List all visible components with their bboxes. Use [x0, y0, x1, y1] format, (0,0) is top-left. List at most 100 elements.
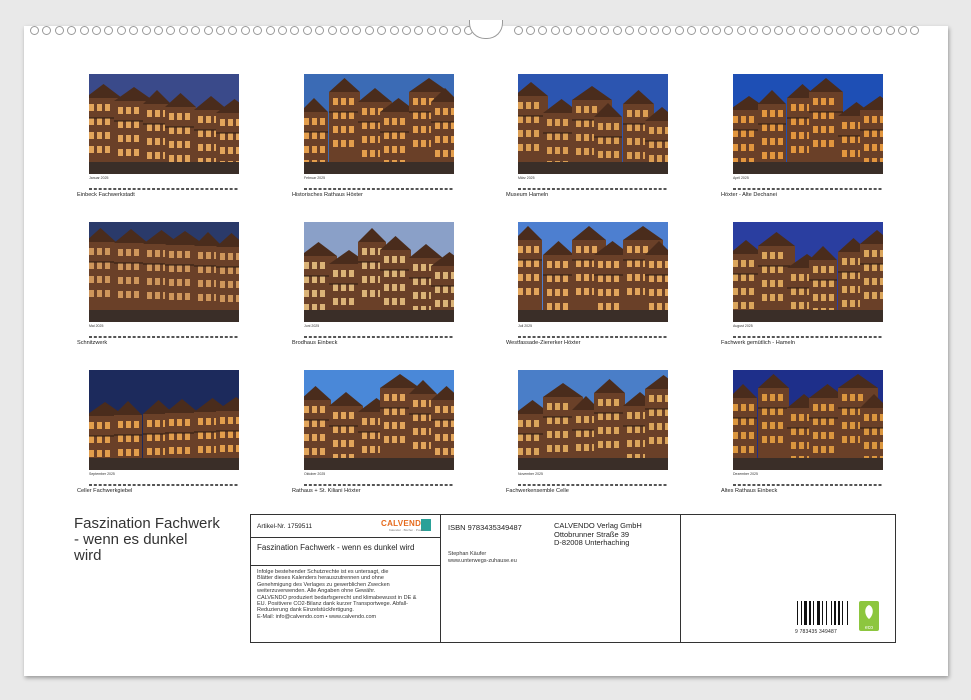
binding-ring	[798, 26, 808, 35]
binding-ring	[141, 26, 151, 35]
month-photo	[733, 370, 883, 470]
month-photo	[304, 222, 454, 322]
binding-ring	[674, 26, 684, 35]
barcode-digits: 9 783435 349487	[795, 629, 837, 635]
binding-ring	[30, 26, 39, 35]
photo-caption: Westfassade-Ziererker Höxter	[506, 340, 581, 346]
photo-caption: Altes Rathaus Einbeck	[721, 488, 778, 494]
author-name: Stephan Käufer	[448, 551, 487, 557]
binding-ring	[699, 26, 709, 35]
photo-caption: Celler Fachwerkgiebel	[77, 488, 133, 494]
binding-ring	[625, 26, 635, 35]
binding-ring	[600, 26, 610, 35]
binding-ring	[823, 26, 833, 35]
binding-ring	[290, 26, 300, 35]
title-line: Faszination Fachwerk	[74, 515, 220, 532]
day-strip	[518, 476, 668, 486]
day-strip	[89, 328, 239, 338]
binding-ring	[228, 26, 238, 35]
binding-ring	[848, 26, 858, 35]
binding-ring	[203, 26, 213, 35]
binding-ring	[451, 26, 461, 35]
day-strip	[304, 476, 454, 486]
binding-ring	[749, 26, 759, 35]
binding-ring	[315, 26, 325, 35]
binding-ring	[327, 26, 337, 35]
day-strip	[304, 328, 454, 338]
info-column-publisher: ISBN 9783435349487 Stephan Käufer www.un…	[440, 515, 681, 642]
author-url: www.unterwegs-zuhause.eu	[448, 558, 517, 564]
binding-ring	[92, 26, 101, 35]
day-strip	[733, 328, 883, 338]
binding-ring	[166, 26, 176, 35]
binding-ring	[550, 26, 560, 35]
binding-ring	[662, 26, 672, 35]
binding-ring	[414, 26, 424, 35]
binding-ring	[278, 26, 287, 35]
binding-ring	[302, 26, 312, 35]
binding-ring	[253, 26, 263, 35]
binding-ring	[563, 26, 573, 35]
month-photo	[518, 370, 668, 470]
title-line: wird	[74, 547, 102, 564]
publisher-address: CALVENDO Verlag GmbH Ottobrunner Straße …	[554, 521, 642, 547]
binding-ring	[687, 26, 697, 35]
photo-caption: Museum Hameln	[506, 192, 549, 198]
article-number: Artikel-Nr. 1759511	[257, 523, 313, 530]
photo-caption: Fachwerk gemütlich - Hameln	[721, 340, 795, 346]
binding-ring	[513, 26, 523, 35]
binding-ring	[898, 26, 907, 35]
info-column-article: Artikel-Nr. 1759511 CALVENDO Kalender · …	[251, 515, 441, 642]
binding-ring	[637, 26, 647, 35]
binding-ring	[364, 26, 374, 35]
eco-label: eco	[864, 625, 874, 631]
binding-ring	[191, 26, 201, 35]
binding-ring	[240, 26, 250, 35]
product-title: Faszination Fachwerk - wenn es dunkel wi…	[257, 543, 415, 552]
month-photo	[304, 370, 454, 470]
binding-ring	[588, 26, 597, 35]
isbn: ISBN 9783435349487	[448, 523, 522, 532]
photo-caption: Höxter - Alte Dechanei	[721, 192, 777, 198]
photo-caption: Fachwerkensemble Celle	[506, 488, 569, 494]
month-photo	[89, 222, 239, 322]
month-photo	[518, 222, 668, 322]
month-photo	[89, 370, 239, 470]
binding-ring	[860, 26, 870, 35]
binding-ring	[352, 26, 362, 35]
calvendo-logo-sub: Kalender · Bücher · Poster	[389, 528, 425, 532]
binding-ring	[265, 26, 275, 35]
month-photo	[733, 74, 883, 174]
binding-ring	[402, 26, 411, 35]
photo-caption: Einbeck Fachwerkstadt	[77, 192, 135, 198]
photo-caption: Brodhaus Einbeck	[292, 340, 338, 346]
binding-ring	[575, 26, 585, 35]
binding-ring	[42, 26, 52, 35]
binding-ring	[910, 26, 920, 35]
day-strip	[733, 180, 883, 190]
binding-ring	[178, 26, 188, 35]
binding-ring	[104, 26, 114, 35]
binding-ring	[526, 26, 535, 35]
binding-ring	[154, 26, 163, 35]
binding-ring	[811, 26, 821, 35]
day-strip	[304, 180, 454, 190]
binding-ring	[67, 26, 77, 35]
binding-ring	[650, 26, 659, 35]
binding-ring	[116, 26, 126, 35]
day-strip	[518, 180, 668, 190]
binding-ring	[79, 26, 89, 35]
eco-badge: eco	[859, 601, 879, 631]
binding-ring	[377, 26, 387, 35]
binding-ring	[439, 26, 449, 35]
photo-caption: Rathaus + St. Kiliani Höxter	[292, 488, 361, 494]
day-strip	[733, 476, 883, 486]
calendar-title: Faszination Fachwerk - wenn es dunkel wi…	[74, 516, 249, 564]
month-photo	[304, 74, 454, 174]
day-strip	[518, 328, 668, 338]
day-strip	[89, 476, 239, 486]
binding-ring	[774, 26, 783, 35]
month-photo	[733, 222, 883, 322]
binding-ring	[54, 26, 64, 35]
binding-ring	[216, 26, 225, 35]
